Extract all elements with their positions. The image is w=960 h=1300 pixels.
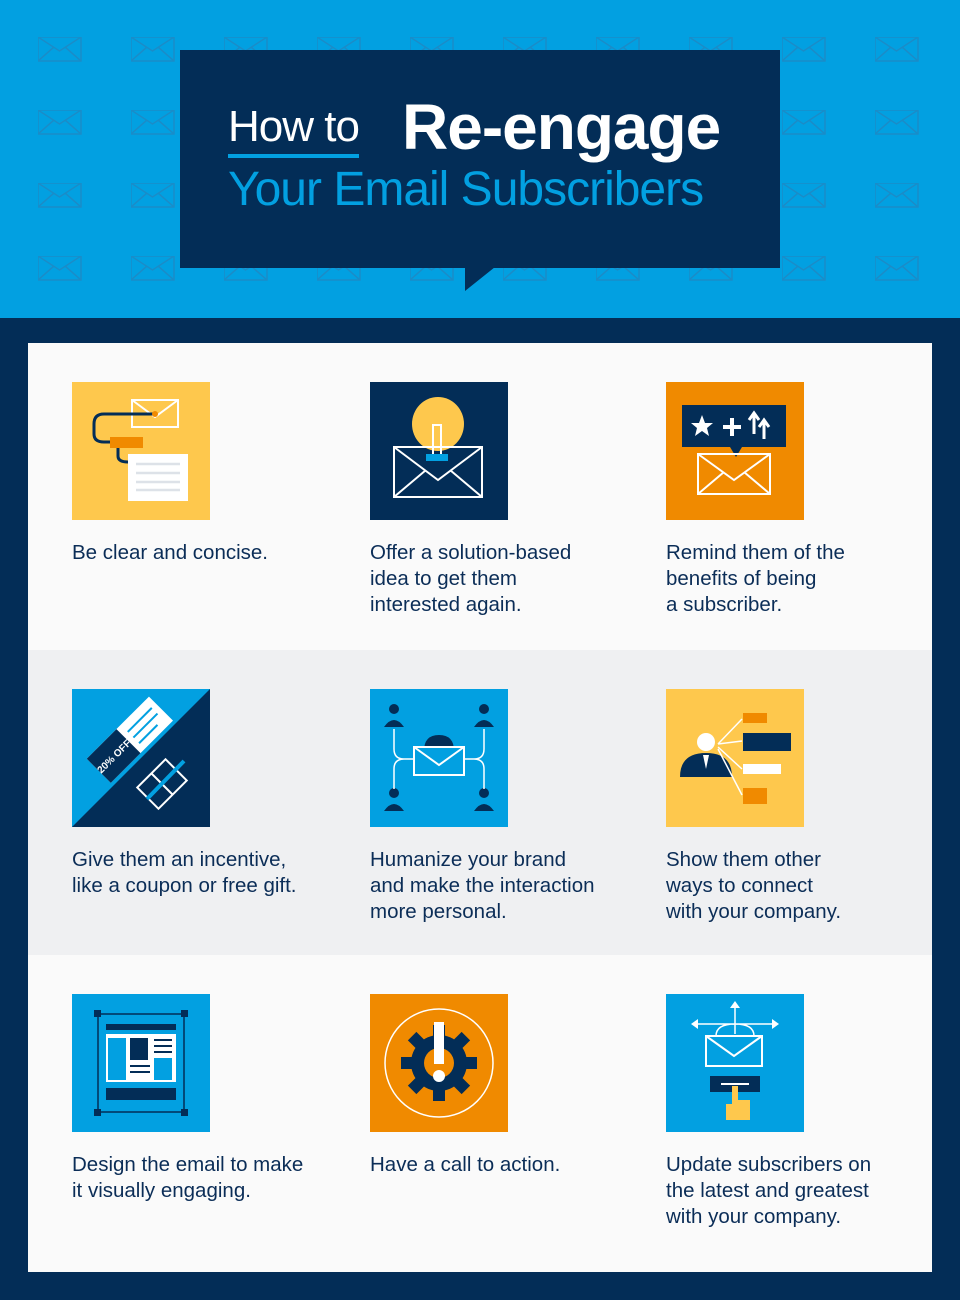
tip-card: 20% OFF Give them an incentive, like a c… xyxy=(72,689,342,899)
gear-exclamation-icon xyxy=(370,994,508,1132)
lightbulb-envelope-icon xyxy=(370,382,508,520)
email-document-icon xyxy=(72,382,210,520)
tip-text: Humanize your brand and make the interac… xyxy=(370,848,595,923)
speech-tail xyxy=(465,267,495,291)
title-prefix: How to xyxy=(228,102,360,158)
tip-card: Update subscribers on the latest and gre… xyxy=(666,994,936,1230)
tip-card: Offer a solution-based idea to get them … xyxy=(370,382,640,618)
envelope-click-icon xyxy=(666,994,804,1132)
tip-text: Show them other ways to connect with you… xyxy=(666,848,842,923)
tip-card: Be clear and concise. xyxy=(72,382,342,566)
tips-row-3: Design the email to make it visually eng… xyxy=(28,955,932,1272)
header-banner: How to Re-engage Your Email Subscribers xyxy=(0,0,960,318)
title-box: How to Re-engage Your Email Subscribers xyxy=(180,50,780,268)
coupon-gift-icon: 20% OFF xyxy=(72,689,210,827)
tip-card: Have a call to action. xyxy=(370,994,640,1178)
tip-card: Remind them of the benefits of being a s… xyxy=(666,382,936,618)
person-connections-icon xyxy=(666,689,804,827)
tip-text: Remind them of the benefits of being a s… xyxy=(666,541,845,616)
tip-text: Be clear and concise. xyxy=(72,541,269,564)
benefits-envelope-icon xyxy=(666,382,804,520)
page-subtitle: Your Email Subscribers xyxy=(228,163,704,216)
tip-text: Have a call to action. xyxy=(370,1153,561,1176)
tip-text: Offer a solution-based idea to get them … xyxy=(370,541,572,616)
layout-design-icon xyxy=(72,994,210,1132)
tip-card: Humanize your brand and make the interac… xyxy=(370,689,640,925)
tip-card: Design the email to make it visually eng… xyxy=(72,994,342,1204)
tips-panel: Be clear and concise. Offer a solution-b… xyxy=(28,343,932,1272)
tip-text: Design the email to make it visually eng… xyxy=(72,1153,304,1202)
tip-text: Give them an incentive, like a coupon or… xyxy=(72,848,297,897)
tips-row-2: 20% OFF Give them an incentive, like a c… xyxy=(28,650,932,955)
tip-card: Show them other ways to connect with you… xyxy=(666,689,936,925)
tip-text: Update subscribers on the latest and gre… xyxy=(666,1153,872,1228)
page-title: Re-engage xyxy=(402,91,721,163)
tips-row-1: Be clear and concise. Offer a solution-b… xyxy=(28,343,932,650)
people-envelope-icon xyxy=(370,689,508,827)
